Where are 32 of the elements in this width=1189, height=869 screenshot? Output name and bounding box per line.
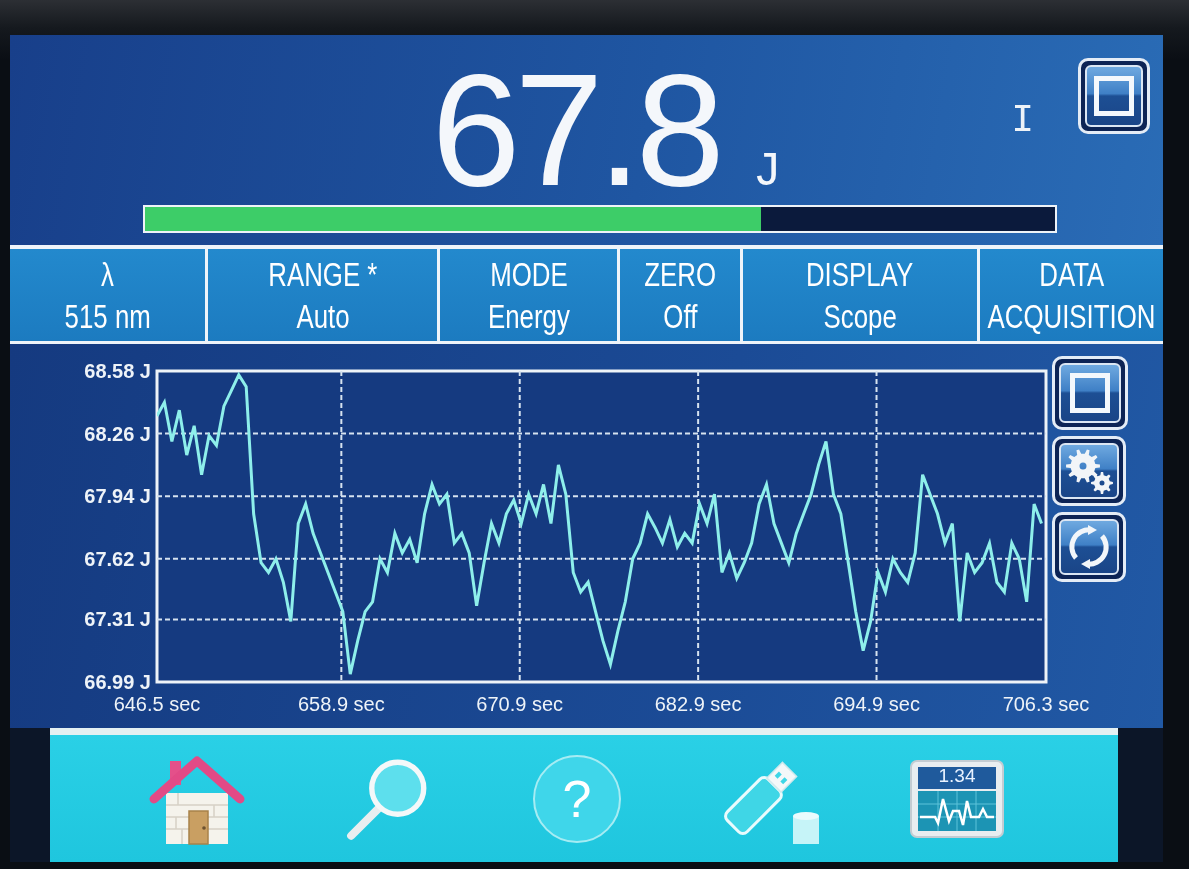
monitor-button[interactable]: 1.34 [909, 758, 1005, 839]
monitor-icon [909, 758, 1005, 839]
setting-button[interactable]: DISPLAY Scope [740, 249, 977, 341]
y-axis-label: 68.58 J [84, 360, 151, 382]
y-axis-label: 66.99 J [84, 671, 151, 693]
x-axis-label: 706.3 sec [1002, 693, 1090, 715]
x-axis-label: 670.9 sec [476, 693, 564, 715]
x-axis-label: 682.9 sec [654, 693, 742, 715]
setting-button[interactable]: MODE Energy [437, 249, 617, 341]
setting-button[interactable]: DATA ACQUISITION [977, 249, 1163, 341]
y-axis-label: 67.94 J [84, 485, 151, 508]
setting-button[interactable]: λ 515 nm [10, 249, 205, 341]
setting-button[interactable]: RANGE * Auto [205, 249, 437, 341]
screen-readout: 1.34 [938, 765, 976, 785]
energy-unit: J [752, 148, 782, 196]
y-axis-label: 67.62 J [84, 547, 151, 570]
refresh-icon [1067, 525, 1111, 569]
refresh-button[interactable] [1052, 512, 1126, 582]
x-axis-label: 694.9 sec [833, 693, 920, 715]
square-button[interactable] [1078, 58, 1150, 134]
square-icon [1070, 373, 1110, 413]
square-button[interactable] [1052, 356, 1128, 430]
setting-button[interactable]: ZERO Off [617, 249, 740, 341]
x-axis-label: 646.5 sec [113, 693, 201, 715]
square-icon [1094, 76, 1134, 116]
y-axis-label: 67.31 J [84, 608, 151, 631]
settings-button[interactable] [1052, 436, 1126, 506]
status-letter: I [1011, 102, 1034, 140]
gears-icon [1065, 448, 1113, 494]
energy-reading: 67.8 [431, 55, 719, 205]
x-axis-label: 658.9 sec [297, 693, 385, 715]
y-axis-label: 68.26 J [84, 422, 151, 445]
